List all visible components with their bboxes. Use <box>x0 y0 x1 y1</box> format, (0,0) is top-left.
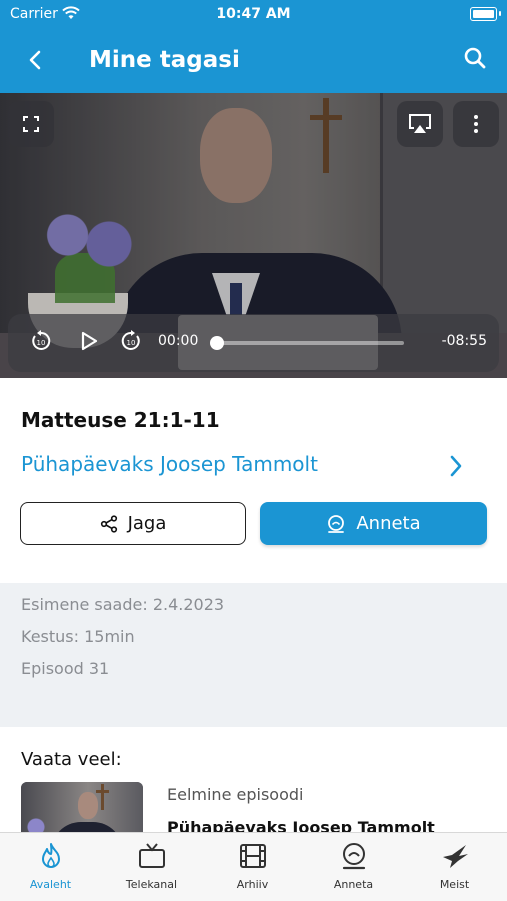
tv-icon <box>137 841 167 871</box>
current-time: 00:00 <box>158 333 199 349</box>
svg-text:10: 10 <box>127 339 136 347</box>
app-header: Carrier 10:47 AM Mine tagasi <box>0 0 507 93</box>
progress-thumb[interactable] <box>210 336 224 350</box>
dove-icon <box>440 841 470 871</box>
donate-label: Anneta <box>356 513 421 534</box>
share-label: Jaga <box>127 513 167 534</box>
fullscreen-button[interactable] <box>8 101 54 147</box>
forward-10-icon: 10 <box>121 330 140 350</box>
donate-icon <box>339 841 369 871</box>
tab-bar: Avaleht Telekanal Arhiiv Anneta Meist <box>0 832 507 901</box>
donate-button[interactable]: Anneta <box>260 502 487 545</box>
share-icon <box>100 514 118 533</box>
episode-number: Episood 31 <box>21 659 110 678</box>
first-aired: Esimene saade: 2.4.2023 <box>21 595 225 614</box>
tab-label: Telekanal <box>125 878 178 891</box>
rewind-10-icon: 10 <box>32 330 51 350</box>
previous-episode-label: Eelmine episoodi <box>167 785 304 804</box>
tab-label: Arhiiv <box>236 878 269 891</box>
remaining-time: -08:55 <box>441 333 487 349</box>
episode-title: Matteuse 21:1-11 <box>21 408 220 432</box>
tab-avaleht[interactable]: Avaleht <box>0 833 101 901</box>
flame-icon <box>36 841 66 871</box>
tab-meist[interactable]: Meist <box>404 833 505 901</box>
chevron-left-icon <box>29 50 41 70</box>
battery-nub <box>499 11 501 16</box>
status-bar: Carrier 10:47 AM <box>0 0 507 28</box>
film-icon <box>238 841 268 871</box>
video-player[interactable]: 10 10 00:00 -08:55 <box>0 93 507 378</box>
play-icon <box>81 331 98 351</box>
series-chevron-button[interactable] <box>449 452 469 480</box>
playback-controls: 10 10 00:00 -08:55 <box>8 314 499 372</box>
rewind-button[interactable]: 10 <box>26 326 56 356</box>
share-button[interactable]: Jaga <box>20 502 246 545</box>
tab-telekanal[interactable]: Telekanal <box>101 833 202 901</box>
airplay-button[interactable] <box>397 101 443 147</box>
battery-icon <box>470 7 497 21</box>
donate-icon <box>326 514 346 534</box>
episode-info: Esimene saade: 2.4.2023 Kestus: 15min Ep… <box>0 583 507 727</box>
tab-label: Avaleht <box>29 878 72 891</box>
more-options-button[interactable] <box>453 101 499 147</box>
duration: Kestus: 15min <box>21 627 135 646</box>
fullscreen-icon <box>23 116 39 132</box>
more-vertical-icon <box>474 115 478 133</box>
tab-arhiiv[interactable]: Arhiiv <box>202 833 303 901</box>
series-link[interactable]: Pühapäevaks Joosep Tammolt <box>21 452 318 476</box>
forward-button[interactable]: 10 <box>116 326 146 356</box>
clock: 10:47 AM <box>216 6 291 22</box>
back-button[interactable] <box>20 44 50 76</box>
chevron-right-icon <box>450 455 462 477</box>
svg-text:10: 10 <box>37 339 46 347</box>
play-button[interactable] <box>74 326 104 356</box>
more-heading: Vaata veel: <box>21 749 122 770</box>
page-title: Mine tagasi <box>89 47 240 73</box>
search-icon <box>464 47 486 69</box>
tab-label: Anneta <box>333 878 374 891</box>
search-button[interactable] <box>463 46 491 74</box>
progress-slider[interactable] <box>210 336 404 350</box>
tab-anneta[interactable]: Anneta <box>303 833 404 901</box>
tab-label: Meist <box>439 878 470 891</box>
airplay-icon <box>409 114 431 133</box>
